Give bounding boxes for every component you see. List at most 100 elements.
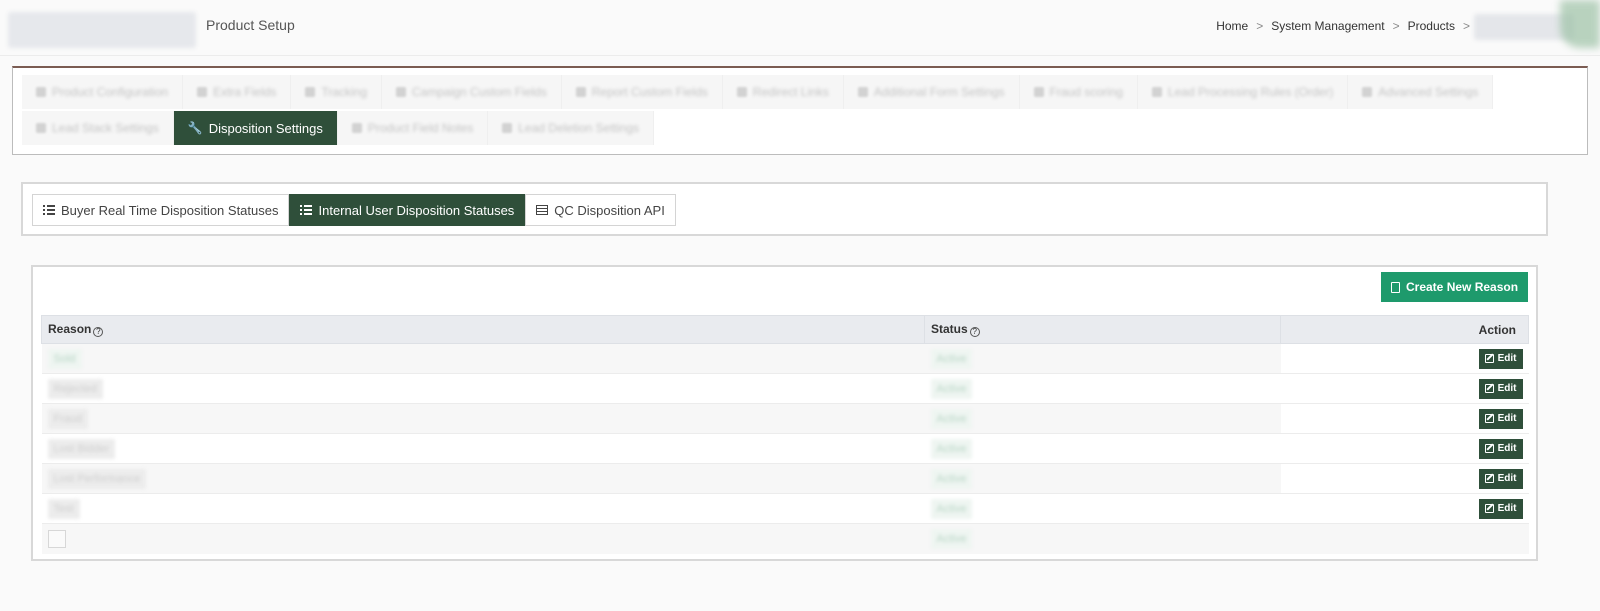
edit-icon bbox=[1484, 504, 1494, 513]
breadcrumb: Home > System Management > Products > bbox=[1216, 19, 1470, 33]
breadcrumb-separator: > bbox=[1256, 19, 1264, 33]
table-row: Test Active Edit bbox=[41, 493, 1529, 524]
table-row: Lost Performance Active Edit bbox=[41, 463, 1529, 494]
edit-icon bbox=[1484, 414, 1494, 423]
status-cell: Active bbox=[924, 523, 1281, 554]
tab-lead-processing-rules[interactable]: Lead Processing Rules (Order) bbox=[1137, 75, 1349, 109]
breadcrumb-separator: > bbox=[1462, 19, 1470, 33]
tab-icon bbox=[197, 87, 208, 97]
tab-icon bbox=[396, 87, 407, 97]
edit-button[interactable]: Edit bbox=[1478, 498, 1523, 519]
user-avatar[interactable] bbox=[1560, 0, 1600, 48]
table-header-row: Reason? Status? Action bbox=[41, 315, 1529, 344]
edit-button[interactable]: Edit bbox=[1478, 438, 1523, 459]
tab-disposition-settings[interactable]: 🔧 Disposition Settings bbox=[173, 111, 338, 145]
reasons-panel: Create New Reason Reason? Status? Action… bbox=[31, 265, 1538, 561]
column-header-status[interactable]: Status? bbox=[924, 315, 1281, 344]
table-row: Fraud Active Edit bbox=[41, 403, 1529, 434]
breadcrumb-products[interactable]: Products bbox=[1408, 19, 1455, 33]
status-cell: Active bbox=[924, 433, 1281, 464]
edit-button[interactable]: Edit bbox=[1478, 468, 1523, 489]
list-icon bbox=[43, 205, 55, 215]
status-value: Active bbox=[930, 498, 973, 519]
edit-button[interactable]: Edit bbox=[1478, 378, 1523, 399]
status-value: Active bbox=[930, 468, 973, 489]
column-header-reason[interactable]: Reason? bbox=[41, 315, 925, 344]
product-settings-tabs: Product Configuration Extra Fields Track… bbox=[12, 66, 1588, 155]
tab-lead-stack-settings[interactable]: Lead Stack Settings bbox=[22, 111, 174, 145]
disposition-subtabs-panel: Buyer Real Time Disposition Statuses Int… bbox=[21, 182, 1548, 236]
table-row: Active bbox=[41, 523, 1529, 554]
reason-value: Rejected bbox=[47, 378, 103, 399]
settings-tab-row: Product Configuration Extra Fields Track… bbox=[22, 75, 1494, 109]
tab-icon bbox=[575, 87, 586, 97]
brand-logo[interactable] bbox=[8, 12, 196, 48]
reason-cell: Rejected bbox=[41, 373, 925, 404]
reason-value: Sold bbox=[47, 348, 82, 369]
edit-button[interactable]: Edit bbox=[1478, 348, 1523, 369]
edit-button[interactable]: Edit bbox=[1478, 408, 1523, 429]
status-cell: Active bbox=[924, 493, 1281, 524]
status-cell: Active bbox=[924, 403, 1281, 434]
tab-icon bbox=[736, 87, 747, 97]
edit-icon bbox=[1484, 474, 1494, 483]
reason-value: Test bbox=[47, 498, 80, 519]
reason-value: Lost Performance bbox=[47, 468, 147, 489]
status-cell: Active bbox=[924, 343, 1281, 374]
tab-report-custom-fields[interactable]: Report Custom Fields bbox=[561, 75, 723, 109]
column-header-action: Action bbox=[1280, 315, 1529, 344]
status-value: Active bbox=[930, 408, 973, 429]
help-icon[interactable]: ? bbox=[969, 327, 980, 337]
edit-icon bbox=[1484, 444, 1494, 453]
tab-lead-deletion-settings[interactable]: Lead Deletion Settings bbox=[488, 111, 654, 145]
table-row: Sold Active Edit bbox=[41, 343, 1529, 374]
tab-extra-fields[interactable]: Extra Fields bbox=[183, 75, 292, 109]
status-value: Active bbox=[930, 438, 973, 459]
action-cell: Edit bbox=[1280, 403, 1529, 434]
top-header: Product Setup Home > System Management >… bbox=[0, 0, 1600, 56]
tab-icon bbox=[857, 87, 868, 97]
tab-icon bbox=[305, 87, 316, 97]
tab-product-configuration[interactable]: Product Configuration bbox=[22, 75, 184, 109]
tab-icon bbox=[1151, 87, 1162, 97]
action-cell: Edit bbox=[1280, 433, 1529, 464]
list-icon bbox=[300, 205, 313, 215]
subtab-label: Buyer Real Time Disposition Statuses bbox=[61, 202, 279, 218]
help-icon[interactable]: ? bbox=[93, 327, 104, 337]
subtab-internal-user-disposition-statuses[interactable]: Internal User Disposition Statuses bbox=[289, 194, 526, 226]
page-title: Product Setup bbox=[206, 17, 295, 33]
edit-icon bbox=[1484, 384, 1494, 393]
subtab-qc-disposition-api[interactable]: QC Disposition API bbox=[525, 194, 676, 226]
status-value: Active bbox=[930, 378, 973, 399]
disposition-subtabs: Buyer Real Time Disposition Statuses Int… bbox=[32, 194, 676, 226]
reason-cell: Lost Bidder bbox=[41, 433, 925, 464]
reason-value: Lost Bidder bbox=[47, 438, 116, 459]
settings-tab-row: Lead Stack Settings 🔧 Disposition Setting… bbox=[22, 111, 654, 145]
breadcrumb-system-management[interactable]: System Management bbox=[1271, 19, 1384, 33]
tab-fraud-scoring[interactable]: Fraud scoring bbox=[1019, 75, 1138, 109]
reasons-table: Reason? Status? Action Sold Active Edit … bbox=[41, 315, 1529, 554]
tab-advanced-settings[interactable]: Advanced Settings bbox=[1348, 75, 1494, 109]
subtab-label: Internal User Disposition Statuses bbox=[318, 202, 515, 218]
action-cell: Edit bbox=[1280, 493, 1529, 524]
breadcrumb-home[interactable]: Home bbox=[1216, 19, 1248, 33]
tab-additional-form-settings[interactable]: Additional Form Settings bbox=[843, 75, 1020, 109]
action-cell: Edit bbox=[1280, 343, 1529, 374]
reason-value-empty bbox=[47, 529, 66, 548]
tab-icon bbox=[1362, 87, 1373, 97]
tab-icon bbox=[502, 123, 513, 133]
subtab-buyer-real-time-disposition-statuses[interactable]: Buyer Real Time Disposition Statuses bbox=[32, 194, 290, 226]
tab-icon bbox=[1033, 87, 1044, 97]
status-cell: Active bbox=[924, 463, 1281, 494]
breadcrumb-current-product bbox=[1474, 14, 1574, 40]
tab-redirect-links[interactable]: Redirect Links bbox=[722, 75, 844, 109]
create-new-reason-button[interactable]: Create New Reason bbox=[1381, 272, 1529, 302]
action-cell: Edit bbox=[1280, 463, 1529, 494]
subtab-label: QC Disposition API bbox=[554, 202, 665, 218]
tab-product-field-notes[interactable]: Product Field Notes bbox=[337, 111, 489, 145]
status-value: Active bbox=[930, 348, 973, 369]
tab-tracking[interactable]: Tracking bbox=[291, 75, 383, 109]
reason-cell: Fraud bbox=[41, 403, 925, 434]
reason-cell: Sold bbox=[41, 343, 925, 374]
tab-campaign-custom-fields[interactable]: Campaign Custom Fields bbox=[382, 75, 562, 109]
